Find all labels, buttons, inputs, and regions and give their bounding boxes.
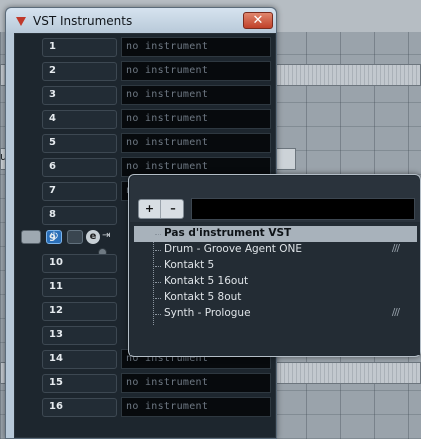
- slot-number: 1: [49, 41, 56, 52]
- edit-instrument-icon[interactable]: [67, 230, 83, 244]
- instrument-name: Synth - Prologue: [164, 307, 251, 319]
- instrument-slot-selector[interactable]: no instrument: [121, 85, 271, 105]
- expand-collapse-group: + –: [138, 199, 184, 219]
- tree-branch: [155, 234, 161, 235]
- instrument-list-item[interactable]: Kontakt 5 16out: [134, 274, 417, 290]
- instrument-slot-selector[interactable]: no instrument: [121, 373, 271, 393]
- slot-number: 5: [49, 137, 56, 148]
- instrument-name: Kontakt 5 16out: [164, 275, 249, 287]
- instrument-list-item[interactable]: Drum - Groove Agent ONE ///: [134, 242, 417, 258]
- instrument-list-item[interactable]: Kontakt 5: [134, 258, 417, 274]
- slot-number: 2: [49, 65, 56, 76]
- close-icon: ✕: [252, 13, 264, 28]
- slot-number: 14: [49, 353, 63, 364]
- tree-branch: [155, 266, 161, 267]
- rack-slot-row: 3 no instrument: [15, 83, 277, 107]
- tree-branch: [155, 314, 161, 315]
- instrument-name: Kontakt 5: [164, 259, 215, 271]
- slot-number: 16: [49, 401, 63, 412]
- instrument-slot-selector[interactable]: no instrument: [121, 397, 271, 417]
- instrument-slot-selector[interactable]: no instrument: [121, 61, 271, 81]
- rack-view-icon[interactable]: [21, 230, 41, 244]
- slot-number: 15: [49, 377, 63, 388]
- instrument-slot-selector[interactable]: no instrument: [121, 109, 271, 129]
- plugin-type-marks: ///: [391, 243, 400, 254]
- rack-slot-row: 2 no instrument: [15, 59, 277, 83]
- instrument-list-item[interactable]: Synth - Prologue ///: [134, 306, 417, 322]
- slot-number: 3: [49, 89, 56, 100]
- instrument-list-item[interactable]: Pas d'instrument VST: [134, 226, 417, 242]
- slot-number: 6: [49, 161, 56, 172]
- instrument-name: Drum - Groove Agent ONE: [164, 243, 303, 255]
- tree-branch: [155, 250, 161, 251]
- slot-number: 13: [49, 329, 63, 340]
- search-input[interactable]: [191, 198, 415, 220]
- window-titlebar[interactable]: VST Instruments ✕: [6, 8, 276, 34]
- slot-number: 4: [49, 113, 56, 124]
- cubase-logo-icon: [16, 17, 26, 26]
- rack-slot-row: 5 no instrument: [15, 131, 277, 155]
- tree-branch: [155, 298, 161, 299]
- expand-all-button[interactable]: +: [139, 200, 161, 218]
- rack-slot-row: 16 no instrument: [15, 395, 277, 419]
- rack-slot-row: 1 no instrument: [15, 35, 277, 59]
- slot-number: 10: [49, 257, 63, 268]
- close-button[interactable]: ✕: [243, 12, 273, 29]
- instrument-picker-popup: + – Pas d'instrument VST Drum - Groove Ag…: [128, 174, 421, 357]
- slot-number: 7: [49, 185, 56, 196]
- plugin-type-marks: ///: [391, 307, 400, 318]
- instrument-slot-selector[interactable]: no instrument: [121, 133, 271, 153]
- slot-number: 11: [49, 281, 63, 292]
- slot-number: 12: [49, 305, 63, 316]
- rack-slot-row: 4 no instrument: [15, 107, 277, 131]
- instrument-list-item[interactable]: Kontakt 5 8out: [134, 290, 417, 306]
- edit-e-icon[interactable]: e: [86, 230, 100, 244]
- instrument-list: Pas d'instrument VST Drum - Groove Agent …: [130, 223, 420, 355]
- slot-number: 8: [49, 209, 56, 220]
- window-title: VST Instruments: [33, 14, 133, 28]
- instrument-slot-selector[interactable]: no instrument: [121, 37, 271, 57]
- popup-toolbar: + –: [130, 176, 420, 222]
- collapse-all-button[interactable]: –: [162, 200, 184, 218]
- output-routing-icon[interactable]: ⇥: [102, 230, 118, 244]
- instrument-name: Pas d'instrument VST: [164, 227, 292, 239]
- instrument-name: Kontakt 5 8out: [164, 291, 242, 303]
- audio-event[interactable]: [276, 362, 421, 384]
- rack-slot-row: 15 no instrument: [15, 371, 277, 395]
- slot-number: 9: [49, 233, 56, 244]
- tree-branch: [155, 282, 161, 283]
